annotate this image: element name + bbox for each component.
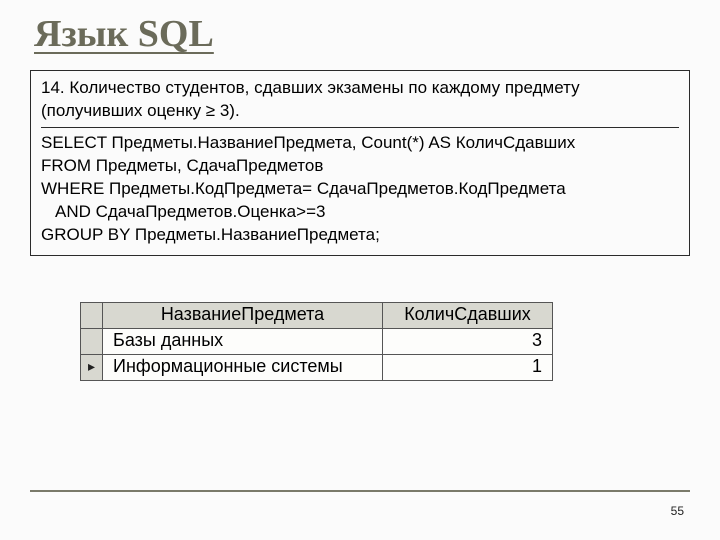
sql-query-box: 14. Количество студентов, сдавших экзаме… xyxy=(30,70,690,256)
table-header-row: НазваниеПредмета КоличСдавших xyxy=(81,302,553,328)
sql-from: FROM Предметы, СдачаПредметов xyxy=(41,155,679,178)
footer-rule xyxy=(30,490,690,492)
row-pointer-icon: ▸ xyxy=(88,359,95,374)
sql-group-by: GROUP BY Предметы.НазваниеПредмета; xyxy=(41,224,679,247)
page-number: 55 xyxy=(671,504,684,518)
task-prompt: 14. Количество студентов, сдавших экзаме… xyxy=(41,77,679,128)
result-table: НазваниеПредмета КоличСдавших Базы данны… xyxy=(80,302,553,381)
cell-count: 3 xyxy=(383,328,553,354)
column-header-name: НазваниеПредмета xyxy=(103,302,383,328)
cell-count: 1 xyxy=(383,354,553,380)
table-row: ▸ Информационные системы 1 xyxy=(81,354,553,380)
sql-where: WHERE Предметы.КодПредмета= СдачаПредмет… xyxy=(41,178,679,201)
row-selector-cell: ▸ xyxy=(81,354,103,380)
sql-and: AND СдачаПредметов.Оценка>=3 xyxy=(41,201,679,224)
cell-name: Информационные системы xyxy=(103,354,383,380)
row-selector-header xyxy=(81,302,103,328)
cell-name: Базы данных xyxy=(103,328,383,354)
sql-select: SELECT Предметы.НазваниеПредмета, Count(… xyxy=(41,132,679,155)
table-row: Базы данных 3 xyxy=(81,328,553,354)
slide-title: Язык SQL xyxy=(34,12,214,56)
row-selector-cell xyxy=(81,328,103,354)
column-header-count: КоличСдавших xyxy=(383,302,553,328)
